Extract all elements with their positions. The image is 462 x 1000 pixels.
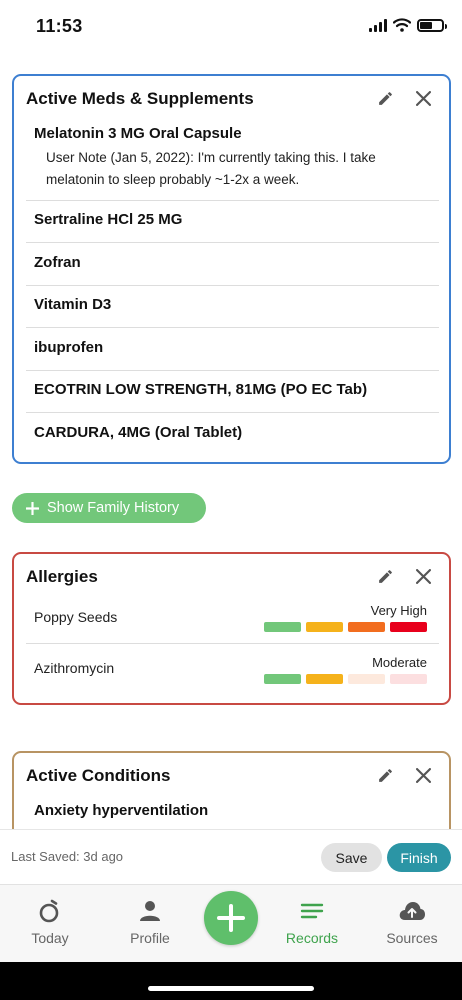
card-actions xyxy=(377,90,431,107)
med-item[interactable]: ibuprofen xyxy=(34,339,439,356)
active-conditions-card: Active Conditions Anxiety hyperventilati… xyxy=(12,751,451,829)
records-scroll-area[interactable]: Active Meds & Supplements Melatonin 3 MG… xyxy=(0,58,462,829)
tab-today[interactable]: Today xyxy=(4,885,96,963)
tab-label: Profile xyxy=(130,930,170,946)
divider xyxy=(26,200,439,201)
show-family-history-label: Show Family History xyxy=(47,500,180,516)
battery-icon xyxy=(417,18,447,32)
severity-bar-1 xyxy=(264,622,301,632)
last-saved-text: Last Saved: 3d ago xyxy=(11,849,124,864)
records-icon xyxy=(300,903,324,919)
close-icon[interactable] xyxy=(416,569,431,584)
close-icon[interactable] xyxy=(416,768,431,783)
med-item[interactable]: Vitamin D3 xyxy=(34,296,439,313)
condition-item[interactable]: Anxiety hyperventilation xyxy=(34,802,439,819)
med-user-note-line: melatonin to sleep probably ~1-2x a week… xyxy=(46,172,300,187)
severity-bar-4 xyxy=(390,622,427,632)
save-button[interactable]: Save xyxy=(321,843,382,872)
card-title: Active Conditions xyxy=(26,766,171,785)
med-item[interactable]: ECOTRIN LOW STRENGTH, 81MG (PO EC Tab) xyxy=(34,381,439,398)
today-icon xyxy=(39,899,59,923)
med-user-note-line: User Note (Jan 5, 2022): I'm currently t… xyxy=(46,150,376,165)
tab-sources[interactable]: Sources xyxy=(366,885,458,963)
status-time: 11:53 xyxy=(36,16,83,36)
card-actions xyxy=(377,568,431,585)
show-family-history-button[interactable]: Show Family History xyxy=(12,493,206,523)
divider xyxy=(26,242,439,243)
plus-icon xyxy=(217,904,245,932)
finish-button[interactable]: Finish xyxy=(387,843,451,872)
divider xyxy=(26,412,439,413)
divider xyxy=(26,370,439,371)
severity-bar-3 xyxy=(348,622,385,632)
med-item[interactable]: Zofran xyxy=(34,254,439,271)
status-bar: 11:53 xyxy=(0,0,462,58)
cellular-signal-icon xyxy=(369,18,387,32)
severity-bar-3 xyxy=(348,674,385,684)
divider xyxy=(26,285,439,286)
severity-bar-2 xyxy=(306,674,343,684)
severity-bar-2 xyxy=(306,622,343,632)
med-item[interactable]: Melatonin 3 MG Oral Capsule xyxy=(34,125,439,142)
plus-icon xyxy=(26,501,39,515)
bottom-tab-bar: Today Profile Records Sources xyxy=(0,884,462,962)
wifi-icon xyxy=(393,18,411,32)
allergy-severity-label: Very High xyxy=(370,603,427,618)
allergy-severity-label: Moderate xyxy=(372,655,427,670)
edit-pencil-icon[interactable] xyxy=(377,568,394,585)
divider xyxy=(26,327,439,328)
add-record-button[interactable] xyxy=(204,891,258,945)
divider xyxy=(26,643,439,644)
close-icon[interactable] xyxy=(416,91,431,106)
edit-pencil-icon[interactable] xyxy=(377,767,394,784)
med-item[interactable]: CARDURA, 4MG (Oral Tablet) xyxy=(34,424,439,441)
card-title: Allergies xyxy=(26,567,98,586)
severity-bar-1 xyxy=(264,674,301,684)
tab-profile[interactable]: Profile xyxy=(104,885,196,963)
severity-bar-4 xyxy=(390,674,427,684)
allergy-name[interactable]: Azithromycin xyxy=(34,660,114,676)
tab-label: Today xyxy=(31,930,69,946)
cloud-upload-icon xyxy=(399,902,425,920)
allergies-card: Allergies Poppy Seeds Very High Azithrom… xyxy=(12,552,451,705)
card-actions xyxy=(377,767,431,784)
home-indicator-area xyxy=(0,962,462,1000)
active-meds-card: Active Meds & Supplements Melatonin 3 MG… xyxy=(12,74,451,464)
severity-meter xyxy=(264,622,427,632)
person-icon xyxy=(140,901,160,921)
tab-label: Sources xyxy=(386,930,438,946)
save-bar: Last Saved: 3d ago Save Finish xyxy=(0,829,462,884)
card-title: Active Meds & Supplements xyxy=(26,89,254,108)
status-icons xyxy=(369,18,447,32)
severity-meter xyxy=(264,674,427,684)
home-indicator[interactable] xyxy=(148,986,314,991)
tab-label: Records xyxy=(285,930,339,946)
allergy-name[interactable]: Poppy Seeds xyxy=(34,609,117,625)
edit-pencil-icon[interactable] xyxy=(377,90,394,107)
med-item[interactable]: Sertraline HCl 25 MG xyxy=(34,211,439,228)
tab-records[interactable]: Records xyxy=(266,885,358,963)
